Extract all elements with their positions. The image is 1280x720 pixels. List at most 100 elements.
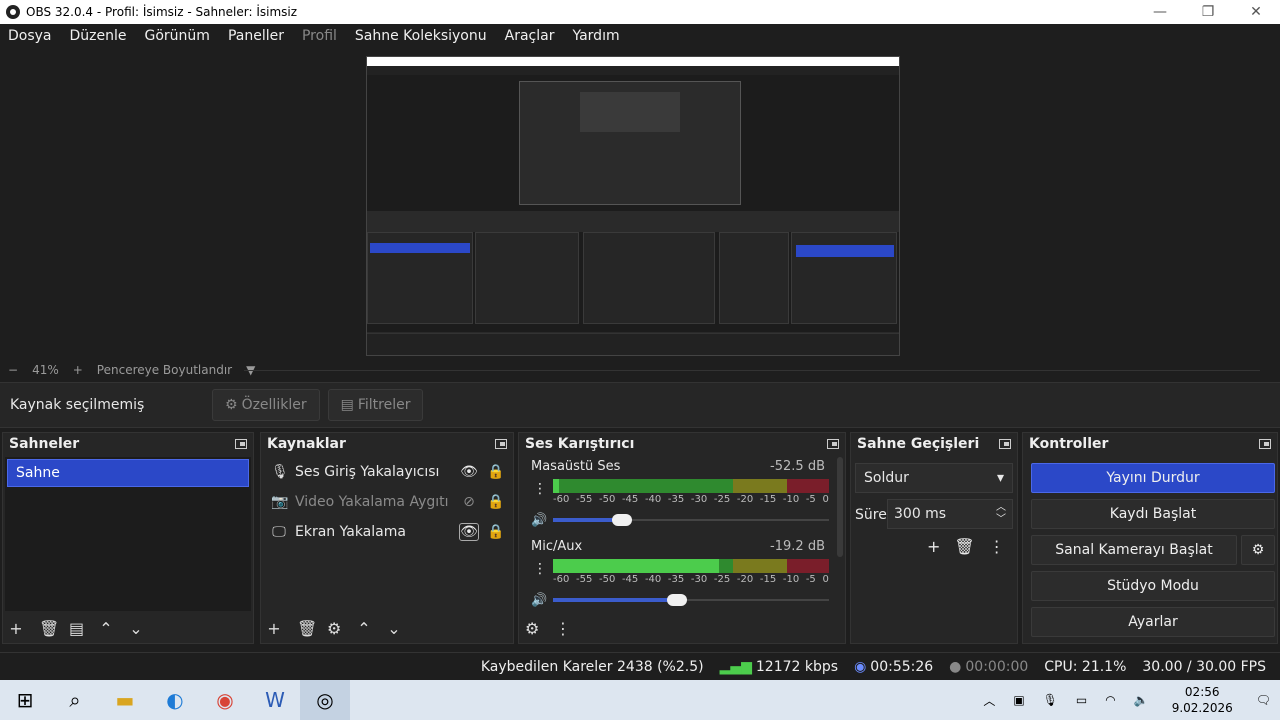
menu-docks[interactable]: Paneller [228, 28, 284, 44]
chrome-icon[interactable]: ◉ [200, 680, 250, 720]
meter-tick-label: -55 [575, 494, 593, 505]
fps: 30.00 / 30.00 FPS [1142, 658, 1266, 675]
menu-view[interactable]: Görünüm [145, 28, 210, 44]
transition-type: Soldur [864, 470, 909, 486]
filters-label: Filtreler [357, 397, 411, 413]
sources-dock: Kaynaklar 🎙 Ses Giriş Yakalayıcısı 👁 🔒 📷… [260, 432, 514, 644]
source-item[interactable]: 🎙 Ses Giriş Yakalayıcısı 👁 🔒 [263, 457, 511, 487]
obs-taskbar-icon[interactable]: ◎ [300, 680, 350, 720]
zoom-out-button[interactable]: − [8, 363, 18, 377]
search-icon[interactable]: ⌕ [50, 680, 100, 720]
arrow-down-icon[interactable]: ⌄ [129, 619, 143, 638]
lock-icon[interactable]: 🔒 [487, 524, 504, 540]
microphone-tray-icon[interactable]: 🎙 [1043, 693, 1058, 707]
filter-icon[interactable]: ▤ [69, 619, 84, 638]
close-icon[interactable]: ✕ [1232, 0, 1280, 24]
speaker-icon[interactable]: 🔊 [531, 593, 547, 608]
virtual-camera-settings-button[interactable]: ⚙ [1241, 535, 1275, 565]
clock[interactable]: 02:56 9.02.2026 [1172, 684, 1233, 716]
kebab-menu-icon[interactable]: ⋮ [533, 481, 547, 497]
volume-slider[interactable] [553, 513, 829, 527]
volume-slider[interactable] [553, 593, 829, 607]
duration-stepper[interactable]: 300 ms ︿ ﹀ [887, 499, 1013, 529]
scrollbar[interactable] [837, 457, 843, 557]
scenes-title: Sahneler [9, 436, 80, 452]
add-icon[interactable]: + [9, 619, 23, 638]
notification-icon[interactable]: 🗨 [1256, 693, 1271, 707]
trash-icon[interactable]: 🗑 [297, 619, 317, 638]
controls-dock: Kontroller Yayını Durdur Kaydı Başlat Sa… [1022, 432, 1278, 644]
chevron-up-icon[interactable]: ︿ [983, 692, 995, 709]
popout-icon[interactable] [1259, 439, 1271, 449]
mixer-header: Ses Karıştırıcı [519, 433, 845, 455]
word-icon[interactable]: W [250, 680, 300, 720]
volume-icon[interactable]: 🔈 [1134, 693, 1149, 707]
preview-mini-dock [475, 232, 579, 324]
eye-hidden-icon[interactable]: ⊘ [459, 494, 479, 510]
zoom-in-button[interactable]: + [73, 363, 83, 377]
restore-icon[interactable]: ❐ [1184, 0, 1232, 24]
minimize-icon[interactable]: — [1136, 0, 1184, 24]
arrow-up-icon[interactable]: ⌃ [99, 619, 113, 638]
preview-canvas[interactable] [366, 56, 900, 356]
eye-icon[interactable]: 👁 [459, 523, 479, 541]
file-explorer-icon[interactable]: ▬ [100, 680, 150, 720]
stepper-arrows-icon[interactable]: ︿ ﹀ [996, 502, 1006, 526]
camera-tray-icon[interactable]: ▣ [1013, 693, 1024, 707]
menu-profile[interactable]: Profil [302, 28, 337, 44]
record-icon: ● [949, 658, 962, 675]
arrow-down-icon[interactable]: ⌄ [387, 619, 401, 638]
menu-edit[interactable]: Düzenle [70, 28, 127, 44]
sources-list: 🎙 Ses Giriş Yakalayıcısı 👁 🔒 📷 Video Yak… [263, 457, 511, 611]
trash-icon[interactable]: 🗑 [954, 537, 974, 556]
start-virtual-camera-button[interactable]: Sanal Kamerayı Başlat [1031, 535, 1237, 565]
lock-icon[interactable]: 🔒 [487, 464, 504, 480]
meter-tick-label: -55 [575, 574, 593, 585]
trash-icon[interactable]: 🗑 [39, 619, 59, 638]
properties-button[interactable]: ⚙ Özellikler [212, 389, 320, 421]
scene-item[interactable]: Sahne [7, 459, 249, 487]
menu-scene-collection[interactable]: Sahne Koleksiyonu [355, 28, 487, 44]
popout-icon[interactable] [827, 439, 839, 449]
menu-tools[interactable]: Araçlar [505, 28, 555, 44]
start-recording-button[interactable]: Kaydı Başlat [1031, 499, 1275, 529]
advanced-audio-icon[interactable]: ⚙ [525, 619, 539, 638]
edge-icon[interactable]: ◐ [150, 680, 200, 720]
popout-icon[interactable] [999, 439, 1011, 449]
meter-tick-label: -35 [667, 494, 685, 505]
eye-icon[interactable]: 👁 [459, 464, 479, 480]
sources-toolbar: + 🗑 ⚙ ⌃ ⌄ [261, 613, 513, 643]
menu-help[interactable]: Yardım [572, 28, 619, 44]
windows-start-icon[interactable]: ⊞ [0, 680, 50, 720]
meter-tick-label: -30 [690, 494, 708, 505]
preview-mini-main [367, 75, 899, 211]
battery-icon[interactable]: ▭ [1076, 693, 1087, 707]
speaker-icon[interactable]: 🔊 [531, 513, 547, 528]
popout-icon[interactable] [235, 439, 247, 449]
source-item[interactable]: 📷 Video Yakalama Aygıtı ⊘ 🔒 [263, 487, 511, 517]
kebab-menu-icon[interactable]: ⋮ [555, 619, 571, 638]
record-time: 00:00:00 [965, 658, 1029, 675]
kebab-menu-icon[interactable]: ⋮ [533, 561, 547, 577]
meter-tick-label: -60 [553, 574, 570, 585]
filters-button[interactable]: ▤ Filtreler [327, 389, 424, 421]
add-icon[interactable]: + [927, 537, 940, 556]
menu-file[interactable]: Dosya [8, 28, 52, 44]
transition-select[interactable]: Soldur ▾ [855, 463, 1013, 493]
stop-stream-button[interactable]: Yayını Durdur [1031, 463, 1275, 493]
wifi-icon[interactable]: ◠ [1105, 693, 1115, 707]
add-icon[interactable]: + [267, 619, 281, 638]
kebab-menu-icon[interactable]: ⋮ [989, 537, 1005, 556]
lock-icon[interactable]: 🔒 [487, 494, 504, 510]
gear-icon[interactable]: ⚙ [327, 619, 341, 638]
arrow-up-icon[interactable]: ⌃ [357, 619, 371, 638]
popout-icon[interactable] [495, 439, 507, 449]
source-item[interactable]: 🖵 Ekran Yakalama 👁 🔒 [263, 517, 511, 547]
camera-icon: 📷 [271, 494, 289, 510]
clock-time: 02:56 [1184, 685, 1220, 699]
studio-mode-button[interactable]: Stüdyo Modu [1031, 571, 1275, 601]
stream-time: 00:55:26 [870, 658, 934, 675]
settings-button[interactable]: Ayarlar [1031, 607, 1275, 637]
zoom-fit-label[interactable]: Pencereye Boyutlandır [97, 363, 232, 377]
menu-bar: Dosya Düzenle Görünüm Paneller Profil Sa… [0, 24, 1280, 48]
